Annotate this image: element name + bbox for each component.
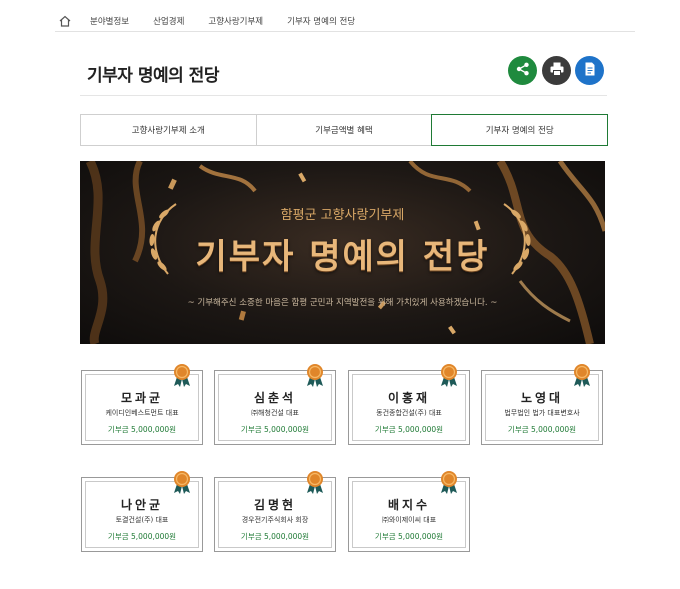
laurel-wreath-left-icon xyxy=(142,200,182,282)
medal-icon xyxy=(171,470,193,494)
donor-organization: ㈜와이제이씨 대표 xyxy=(381,516,437,524)
share-button[interactable] xyxy=(508,56,537,85)
donor-organization: 경우전기주식회사 회장 xyxy=(241,516,309,524)
share-icon xyxy=(515,61,531,81)
tab-hall-of-fame[interactable]: 기부자 명예의 전당 xyxy=(431,114,609,146)
medal-icon xyxy=(438,363,460,387)
donor-card: 김명현 경우전기주식회사 회장 기부금 5,000,000원 xyxy=(214,471,336,552)
donor-name: 심춘석 xyxy=(253,391,297,405)
donor-card: 모과균 케이디인베스트먼트 대표 기부금 5,000,000원 xyxy=(81,364,203,445)
document-icon xyxy=(582,61,598,81)
breadcrumb-item-field-info[interactable]: 분야별정보 xyxy=(90,15,129,27)
document-button[interactable] xyxy=(575,56,604,85)
donor-amount: 기부금 5,000,000원 xyxy=(107,425,177,434)
donor-organization: 법무법인 법가 대표변호사 xyxy=(504,409,580,417)
donor-organization: 동건종합건설(주) 대표 xyxy=(376,409,442,417)
donor-amount: 기부금 5,000,000원 xyxy=(374,532,444,541)
donor-amount: 기부금 5,000,000원 xyxy=(240,425,310,434)
donor-card: 이홍재 동건종합건설(주) 대표 기부금 5,000,000원 xyxy=(348,364,470,445)
donor-amount: 기부금 5,000,000원 xyxy=(107,532,177,541)
medal-icon xyxy=(171,363,193,387)
title-divider xyxy=(80,95,607,96)
breadcrumb-item-hometown-donation[interactable]: 고향사랑기부제 xyxy=(208,15,263,27)
breadcrumb-item-industry-economy[interactable]: 산업경제 xyxy=(153,15,184,27)
donor-card: 심춘석 ㈜해청건설 대표 기부금 5,000,000원 xyxy=(214,364,336,445)
breadcrumb-item-hall-of-fame[interactable]: 기부자 명예의 전당 xyxy=(287,15,355,27)
medal-icon xyxy=(571,363,593,387)
tab-donation-benefits[interactable]: 기부금액별 혜택 xyxy=(255,114,433,146)
tab-donation-intro[interactable]: 고향사랑기부제 소개 xyxy=(80,114,257,146)
donor-organization: ㈜해청건설 대표 xyxy=(251,409,299,417)
donor-card: 나안균 토결건설(주) 대표 기부금 5,000,000원 xyxy=(81,471,203,552)
sub-tabs: 고향사랑기부제 소개 기부금액별 혜택 기부자 명예의 전당 xyxy=(80,114,609,146)
medal-icon xyxy=(438,470,460,494)
donor-name: 노영대 xyxy=(520,391,564,405)
laurel-wreath-right-icon xyxy=(498,200,538,282)
home-icon[interactable] xyxy=(58,14,72,28)
medal-icon xyxy=(304,363,326,387)
donor-name: 김명현 xyxy=(253,498,297,512)
donor-organization: 토결건설(주) 대표 xyxy=(115,516,169,524)
medal-icon xyxy=(304,470,326,494)
donor-name: 나안균 xyxy=(120,498,164,512)
donor-amount: 기부금 5,000,000원 xyxy=(374,425,444,434)
donor-amount: 기부금 5,000,000원 xyxy=(507,425,577,434)
donor-name: 모과균 xyxy=(120,391,164,405)
donor-name: 배지수 xyxy=(387,498,431,512)
page-title: 기부자 명예의 전당 xyxy=(87,66,219,86)
banner-caption: ~ 기부해주신 소중한 마음은 함평 군민과 지역발전을 위해 가치있게 사용하… xyxy=(187,298,498,308)
breadcrumb: 분야별정보 산업경제 고향사랑기부제 기부자 명예의 전당 xyxy=(55,10,635,32)
donor-name: 이홍재 xyxy=(387,391,431,405)
donor-amount: 기부금 5,000,000원 xyxy=(240,532,310,541)
print-button[interactable] xyxy=(542,56,571,85)
donor-organization: 케이디인베스트먼트 대표 xyxy=(105,409,179,417)
printer-icon xyxy=(549,61,565,81)
donor-card: 배지수 ㈜와이제이씨 대표 기부금 5,000,000원 xyxy=(348,471,470,552)
donor-card: 노영대 법무법인 법가 대표변호사 기부금 5,000,000원 xyxy=(481,364,603,445)
